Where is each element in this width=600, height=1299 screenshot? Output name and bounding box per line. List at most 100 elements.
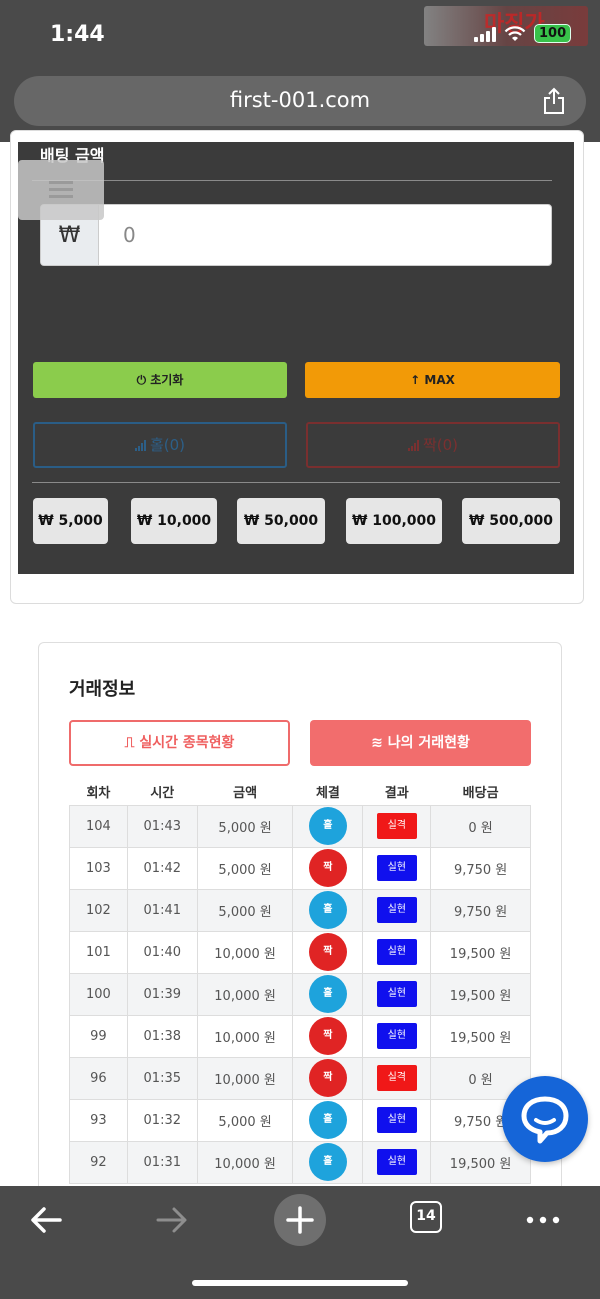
cell-time: 01:39 bbox=[126, 972, 198, 1016]
cell-time: 01:43 bbox=[126, 804, 198, 848]
home-indicator bbox=[192, 1280, 408, 1286]
cell-result: 실현 bbox=[362, 1098, 432, 1142]
browser-bottom-bar: 14 bbox=[0, 1186, 600, 1299]
forward-arrow-icon[interactable] bbox=[152, 1200, 192, 1240]
trade-info-card: 거래정보 ⎍ 실시간 종목현황 ≋ 나의 거래현황 회차 시간 금액 체결 결과… bbox=[38, 642, 562, 1202]
table-row: 92 01:31 10,000 원 홀 실현 19,500 원 bbox=[69, 1140, 531, 1184]
tabs-icon[interactable]: 14 bbox=[410, 1201, 442, 1233]
cell-pick: 홀 bbox=[292, 1140, 364, 1184]
pick-badge: 홀 bbox=[308, 975, 347, 1013]
cell-result: 실현 bbox=[362, 930, 432, 974]
pick-badge: 짝 bbox=[308, 1059, 347, 1097]
plus-icon bbox=[286, 1206, 314, 1234]
reset-button[interactable]: ⏻ 초기화 bbox=[33, 362, 287, 398]
cell-time: 01:42 bbox=[126, 846, 198, 890]
column-header: 회차 bbox=[69, 779, 128, 805]
cell-round: 101 bbox=[69, 930, 128, 974]
pick-badge: 홀 bbox=[308, 891, 347, 929]
chip-50000-button[interactable]: ₩ 50,000 bbox=[237, 498, 325, 544]
table-row: 96 01:35 10,000 원 짝 실격 0 원 bbox=[69, 1056, 531, 1100]
column-header: 시간 bbox=[127, 779, 198, 805]
cell-payout: 19,500 원 bbox=[430, 930, 531, 974]
pick-badge: 홀 bbox=[308, 1143, 347, 1181]
cell-round: 99 bbox=[69, 1014, 128, 1058]
browser-top-bar: 1:44 마징가 100 first-001.com bbox=[0, 0, 600, 142]
table-row: 103 01:42 5,000 원 짝 실현 9,750 원 bbox=[69, 846, 531, 890]
status-icons: 100 bbox=[474, 24, 572, 43]
signal-bars-icon bbox=[407, 440, 419, 451]
chat-icon bbox=[521, 1096, 569, 1144]
tab-live-status[interactable]: ⎍ 실시간 종목현황 bbox=[69, 720, 290, 766]
chat-button[interactable] bbox=[502, 1076, 588, 1162]
cell-amount: 5,000 원 bbox=[196, 888, 294, 932]
bet-hol-button[interactable]: 홀(0) bbox=[33, 422, 287, 468]
result-badge: 실격 bbox=[376, 813, 417, 839]
result-badge: 실현 bbox=[376, 1149, 417, 1175]
cell-amount: 10,000 원 bbox=[196, 1014, 294, 1058]
max-button[interactable]: ↑ MAX bbox=[305, 362, 560, 398]
cell-pick: 짝 bbox=[292, 846, 364, 890]
column-header: 체결 bbox=[292, 779, 363, 805]
result-badge: 실격 bbox=[376, 1065, 417, 1091]
table-row: 102 01:41 5,000 원 홀 실현 9,750 원 bbox=[69, 888, 531, 932]
url-text[interactable]: first-001.com bbox=[14, 88, 586, 112]
chip-100000-button[interactable]: ₩ 100,000 bbox=[346, 498, 442, 544]
pick-badge: 짝 bbox=[308, 933, 347, 971]
share-icon[interactable] bbox=[542, 87, 566, 115]
result-badge: 실현 bbox=[376, 855, 417, 881]
cell-time: 01:38 bbox=[126, 1014, 198, 1058]
url-bar[interactable]: first-001.com bbox=[14, 76, 586, 126]
menu-button[interactable] bbox=[18, 160, 104, 220]
new-tab-button[interactable] bbox=[274, 1194, 326, 1246]
trades-table: 회차 시간 금액 체결 결과 배당금 104 01:43 5,000 원 홀 실격 0 원… bbox=[69, 779, 531, 1184]
cell-result: 실현 bbox=[362, 972, 432, 1016]
column-header: 결과 bbox=[362, 779, 431, 805]
cell-pick: 홀 bbox=[292, 888, 364, 932]
bet-hol-label: 홀(0) bbox=[149, 436, 186, 454]
result-badge: 실현 bbox=[376, 897, 417, 923]
table-header-row: 회차 시간 금액 체결 결과 배당금 bbox=[69, 779, 531, 805]
cell-time: 01:40 bbox=[126, 930, 198, 974]
cell-time: 01:31 bbox=[126, 1140, 198, 1184]
menu-icon bbox=[49, 181, 73, 184]
column-header: 배당금 bbox=[430, 779, 531, 805]
cell-result: 실격 bbox=[362, 804, 432, 848]
cell-time: 01:41 bbox=[126, 888, 198, 932]
chip-10000-button[interactable]: ₩ 10,000 bbox=[131, 498, 217, 544]
cell-round: 93 bbox=[69, 1098, 128, 1142]
more-icon[interactable] bbox=[524, 1200, 564, 1240]
result-badge: 실현 bbox=[376, 981, 417, 1007]
cell-pick: 홀 bbox=[292, 804, 364, 848]
tab-my-trades[interactable]: ≋ 나의 거래현황 bbox=[310, 720, 531, 766]
bet-amount-field[interactable]: ₩ 0 bbox=[40, 204, 552, 266]
divider bbox=[32, 482, 560, 483]
cell-round: 92 bbox=[69, 1140, 128, 1184]
bet-amount-value[interactable]: 0 bbox=[123, 223, 136, 247]
divider bbox=[32, 180, 552, 181]
pick-badge: 짝 bbox=[308, 849, 347, 887]
table-row: 104 01:43 5,000 원 홀 실격 0 원 bbox=[69, 804, 531, 848]
cell-pick: 짝 bbox=[292, 930, 364, 974]
cell-pick: 짝 bbox=[292, 1056, 364, 1100]
pick-badge: 홀 bbox=[308, 1101, 347, 1139]
cell-round: 102 bbox=[69, 888, 128, 932]
cellular-signal-icon bbox=[474, 26, 496, 42]
bet-jjak-button[interactable]: 짝(0) bbox=[306, 422, 560, 468]
cell-amount: 5,000 원 bbox=[196, 846, 294, 890]
chip-5000-button[interactable]: ₩ 5,000 bbox=[33, 498, 108, 544]
cell-time: 01:32 bbox=[126, 1098, 198, 1142]
status-time: 1:44 bbox=[50, 22, 105, 47]
bet-jjak-label: 짝(0) bbox=[422, 436, 459, 454]
cell-round: 96 bbox=[69, 1056, 128, 1100]
cell-payout: 9,750 원 bbox=[430, 888, 531, 932]
cell-result: 실현 bbox=[362, 846, 432, 890]
signal-bars-icon bbox=[134, 440, 146, 451]
cell-amount: 10,000 원 bbox=[196, 1140, 294, 1184]
cell-payout: 19,500 원 bbox=[430, 972, 531, 1016]
result-badge: 실현 bbox=[376, 939, 417, 965]
pick-badge: 짝 bbox=[308, 1017, 347, 1055]
back-arrow-icon[interactable] bbox=[26, 1200, 66, 1240]
pick-badge: 홀 bbox=[308, 807, 347, 845]
table-row: 93 01:32 5,000 원 홀 실현 9,750 원 bbox=[69, 1098, 531, 1142]
chip-500000-button[interactable]: ₩ 500,000 bbox=[462, 498, 560, 544]
